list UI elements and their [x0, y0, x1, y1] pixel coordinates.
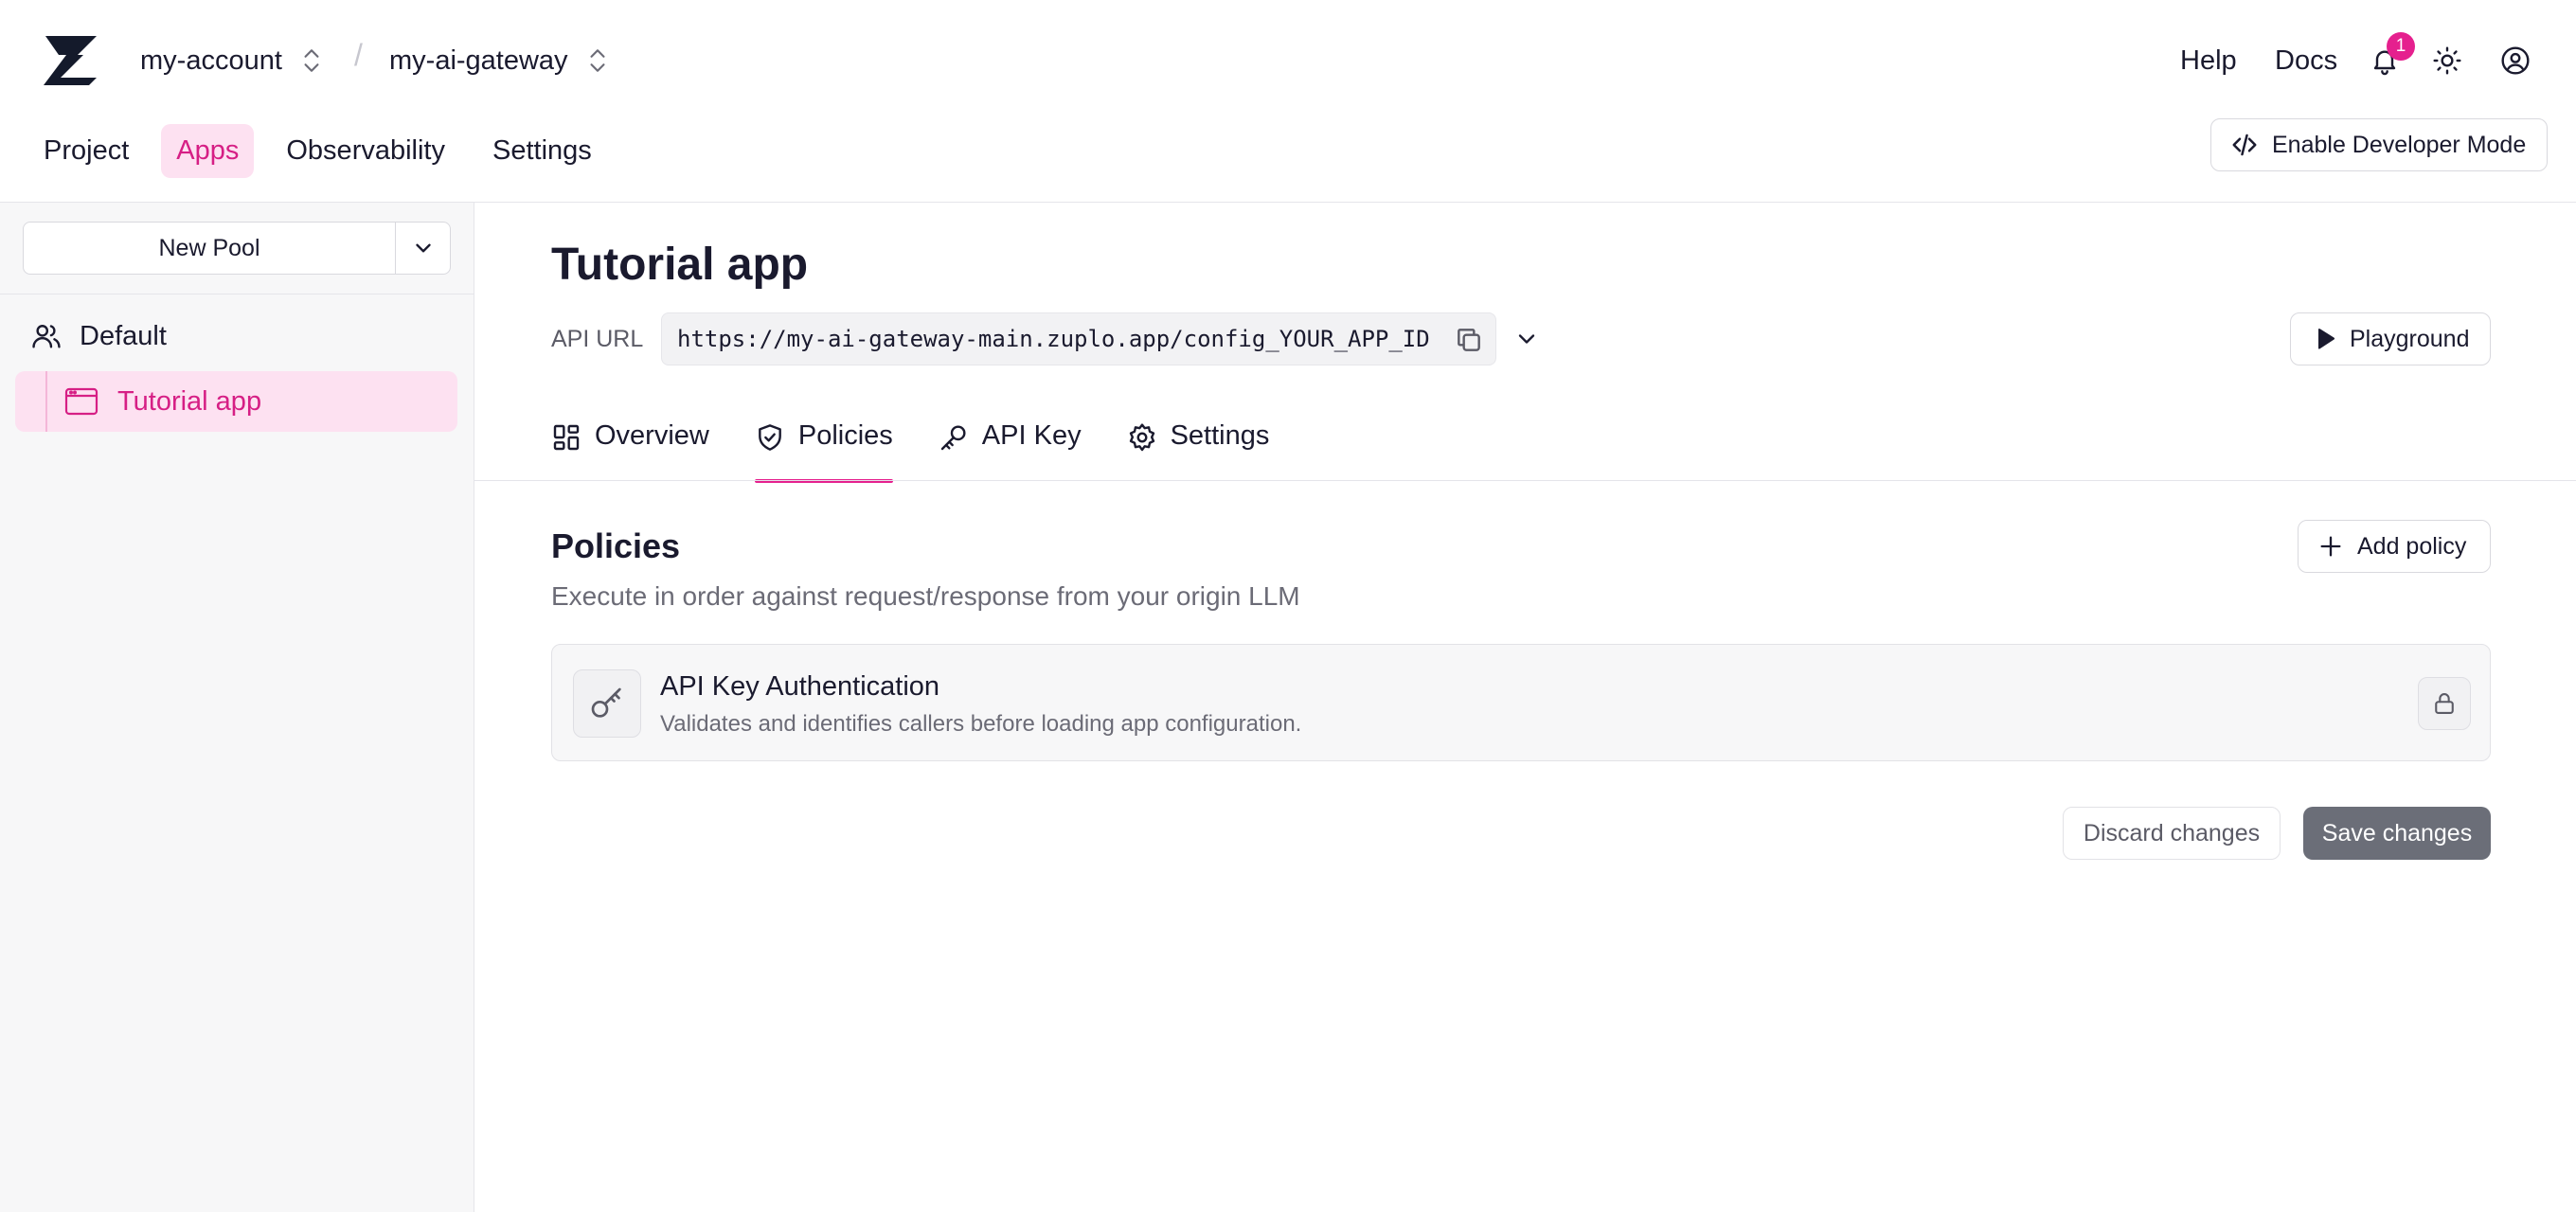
tab-label: Policies [797, 420, 893, 451]
tab-label: API Key [981, 420, 1082, 451]
main-nav: Project Apps Observability Settings [28, 124, 607, 178]
policy-card[interactable]: API Key Authentication Validates and ide… [551, 644, 2491, 761]
help-link[interactable]: Help [2180, 45, 2237, 77]
chevron-updown-icon [590, 49, 605, 72]
api-url-value: https://my-ai-gateway-main.zuplo.app/con… [677, 326, 1430, 352]
theme-toggle-button[interactable] [2426, 40, 2468, 81]
project-name: my-ai-gateway [389, 45, 568, 76]
new-pool-button[interactable]: New Pool [24, 223, 396, 274]
top-bar: my-account / my-ai-gateway Help Docs 1 [0, 0, 2576, 121]
policy-description: Validates and identifies callers before … [660, 711, 1302, 737]
new-pool-split-button: New Pool [23, 222, 451, 275]
enable-developer-mode-button[interactable]: Enable Developer Mode [2210, 118, 2548, 171]
chevron-down-icon [415, 243, 431, 253]
lock-icon [2435, 693, 2454, 714]
policies-title: Policies [551, 526, 681, 565]
tree-rail [45, 371, 47, 432]
nav-observability[interactable]: Observability [271, 124, 460, 178]
docs-link[interactable]: Docs [2275, 45, 2337, 77]
nav-apps[interactable]: Apps [161, 124, 255, 178]
page-title: Tutorial app [551, 240, 809, 290]
account-name: my-account [140, 45, 282, 76]
tab-label: Settings [1170, 420, 1270, 451]
copy-icon[interactable] [1454, 325, 1484, 355]
sidebar-item-tutorial-app[interactable]: Tutorial app [15, 371, 457, 432]
key-icon [591, 687, 621, 718]
project-switcher[interactable]: my-ai-gateway [389, 42, 610, 80]
discard-changes-button[interactable]: Discard changes [2063, 807, 2281, 860]
gear-icon [1129, 423, 1154, 452]
sidebar: New Pool Default Tutorial app [0, 203, 474, 1212]
code-icon [2232, 134, 2257, 156]
notification-badge: 1 [2387, 32, 2415, 61]
app-window-icon [64, 387, 98, 416]
app-tabs: Overview Policies API Key Settings [551, 413, 1269, 483]
sidebar-item-label: Tutorial app [117, 386, 262, 417]
shield-icon [758, 424, 781, 451]
sidebar-group-label: Default [80, 320, 167, 351]
developer-mode-label: Enable Developer Mode [2272, 131, 2527, 158]
user-menu-button[interactable] [2495, 40, 2536, 81]
playground-label: Playground [2350, 325, 2470, 352]
playground-button[interactable]: Playground [2290, 312, 2491, 365]
policy-name: API Key Authentication [660, 671, 940, 702]
nav-settings[interactable]: Settings [477, 124, 607, 178]
users-icon [32, 325, 61, 348]
policy-lock-indicator [2418, 677, 2471, 730]
nav-project[interactable]: Project [28, 124, 144, 178]
grid-icon [553, 424, 580, 451]
tab-policies[interactable]: Policies [754, 413, 893, 483]
tab-label: Overview [595, 420, 709, 451]
account-switcher[interactable]: my-account [140, 42, 324, 80]
api-url-label: API URL [551, 326, 644, 352]
policies-description: Execute in order against request/respons… [551, 581, 1300, 611]
policy-icon-box [573, 669, 641, 738]
play-icon [2318, 328, 2335, 349]
zuplo-logo-icon[interactable] [42, 34, 100, 85]
chevron-updown-icon [304, 49, 319, 72]
add-policy-label: Add policy [2357, 532, 2467, 560]
tab-overview[interactable]: Overview [551, 413, 709, 483]
plus-icon [2320, 536, 2341, 557]
breadcrumb-separator: / [354, 38, 363, 72]
new-pool-dropdown-toggle[interactable] [396, 223, 450, 274]
notifications-button[interactable]: 1 [2364, 32, 2415, 81]
add-policy-button[interactable]: Add policy [2298, 520, 2491, 573]
sidebar-group-default[interactable]: Default [30, 320, 167, 352]
tab-api-key[interactable]: API Key [939, 413, 1082, 483]
tab-settings[interactable]: Settings [1127, 413, 1270, 483]
api-url-field[interactable]: https://my-ai-gateway-main.zuplo.app/con… [661, 312, 1496, 365]
tabs-divider [474, 480, 2576, 481]
save-changes-button[interactable]: Save changes [2303, 807, 2491, 860]
user-circle-icon [2501, 46, 2530, 75]
chevron-down-icon[interactable] [1513, 326, 1540, 352]
sun-icon [2433, 46, 2461, 75]
key-icon [940, 425, 966, 451]
